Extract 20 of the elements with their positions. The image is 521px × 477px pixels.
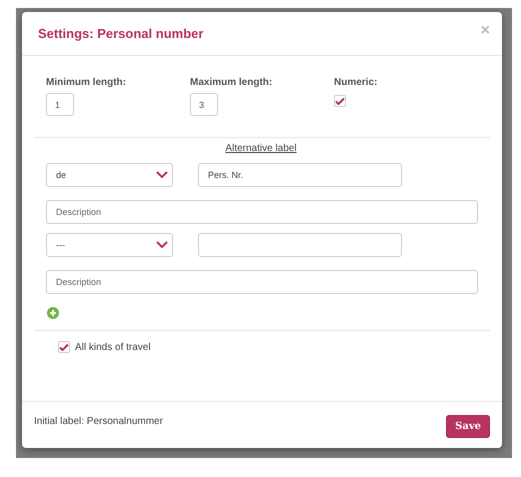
chevron-down-icon	[156, 171, 168, 179]
checkbox-label: All kinds of travel	[75, 342, 151, 352]
chevron-down-icon	[156, 241, 168, 249]
label-field[interactable]: Pers. Nr.	[198, 163, 402, 187]
number-field[interactable]: 3	[190, 93, 218, 116]
number-field[interactable]: 1	[46, 93, 74, 116]
numeric-checkbox[interactable]	[334, 95, 346, 107]
field-label: Numeric:	[334, 77, 378, 88]
dialog-title: Settings: Personal number	[38, 26, 204, 41]
language-dropdown[interactable]: ---	[46, 233, 173, 257]
label-field[interactable]	[198, 233, 402, 257]
save-button[interactable]: Save	[446, 414, 490, 438]
initial-label: Initial label: Personalnummer	[34, 416, 163, 427]
description-field[interactable]: Description	[46, 200, 478, 224]
field-label: Minimum length:	[46, 77, 126, 88]
travel-checkbox[interactable]	[58, 341, 70, 353]
section-heading: Alternative label	[225, 143, 297, 154]
language-dropdown[interactable]: de	[46, 163, 173, 187]
description-field[interactable]: Description	[46, 270, 478, 294]
field-label: Maximum length:	[190, 77, 272, 88]
